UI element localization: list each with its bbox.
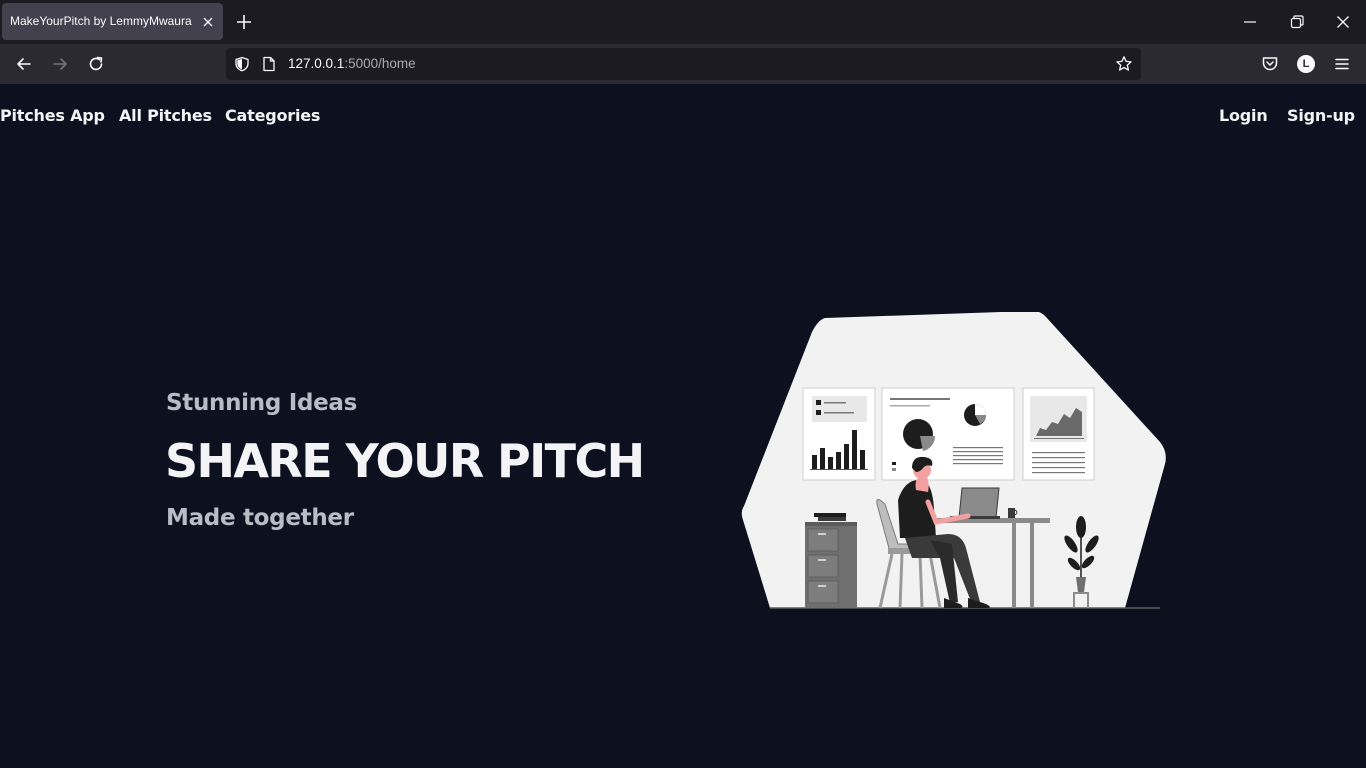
window-restore-icon[interactable] (1288, 13, 1306, 31)
hamburger-menu-icon[interactable] (1333, 55, 1351, 73)
browser-tab-bar: MakeYourPitch by LemmyMwaura (0, 0, 1366, 44)
window-minimize-icon[interactable] (1241, 14, 1259, 30)
page-info-icon[interactable] (262, 56, 276, 72)
pocket-icon[interactable] (1261, 55, 1279, 73)
address-bar[interactable]: 127.0.0.1:5000/home (226, 48, 1141, 80)
account-avatar[interactable]: L (1297, 55, 1315, 73)
tab-title: MakeYourPitch by LemmyMwaura (10, 14, 192, 28)
hero-illustration (741, 312, 1166, 609)
hero-title: SHARE YOUR PITCH (165, 434, 645, 488)
page-content: Pitches App All Pitches Categories Login… (0, 84, 1366, 768)
nav-login[interactable]: Login (1219, 106, 1268, 125)
url-text[interactable]: 127.0.0.1:5000/home (288, 56, 416, 71)
brand-link[interactable]: Pitches App (0, 106, 105, 125)
url-host: 127.0.0.1 (288, 56, 345, 71)
nav-signup[interactable]: Sign-up (1287, 106, 1355, 125)
nav-categories[interactable]: Categories (225, 106, 320, 125)
hero-eyebrow: Stunning Ideas (166, 390, 358, 416)
tracking-protection-shield-icon[interactable] (234, 56, 250, 72)
url-path: :5000/home (344, 56, 416, 71)
new-tab-plus-icon[interactable] (235, 13, 253, 31)
star-icon[interactable] (1115, 55, 1133, 73)
browser-toolbar: 127.0.0.1:5000/home L (0, 44, 1366, 84)
window-close-icon[interactable] (1334, 13, 1352, 31)
hero-subtitle: Made together (166, 505, 354, 531)
arrow-left-icon[interactable] (15, 55, 33, 73)
browser-tab-active[interactable]: MakeYourPitch by LemmyMwaura (2, 3, 223, 40)
reload-icon[interactable] (87, 55, 105, 73)
nav-all-pitches[interactable]: All Pitches (119, 106, 212, 125)
close-tab-icon[interactable] (201, 15, 215, 29)
arrow-right-icon[interactable] (51, 55, 69, 73)
